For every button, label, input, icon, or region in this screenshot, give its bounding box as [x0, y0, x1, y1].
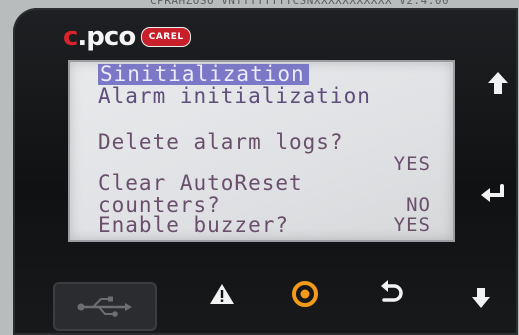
row-value-enable-buzzer[interactable]: YES [394, 216, 431, 235]
program-button[interactable] [289, 278, 321, 310]
program-icon [292, 281, 318, 307]
escape-button[interactable] [375, 277, 407, 309]
down-button[interactable] [465, 282, 497, 314]
lcd-screen: Sinitialization Alarm initialization Del… [68, 60, 455, 242]
row-label-delete-alarm-logs: Delete alarm logs? [98, 130, 344, 154]
enter-icon [481, 184, 504, 202]
screen-title: Sinitialization [98, 64, 309, 85]
logo-text: c.pco [63, 22, 136, 52]
carel-badge: CAREL [141, 27, 192, 47]
alarm-icon [210, 284, 234, 304]
cpco-logo: c.pco CAREL [63, 22, 192, 52]
usb-port-cover [53, 282, 157, 331]
alarm-button[interactable] [205, 279, 239, 309]
down-arrow-icon [472, 288, 490, 308]
row-value-clear-autoreset[interactable]: NO [406, 196, 431, 215]
up-arrow-icon [488, 72, 508, 94]
up-button[interactable] [481, 66, 515, 100]
enter-button[interactable] [473, 178, 513, 212]
row-value-delete-alarm-logs[interactable]: YES [394, 155, 431, 174]
row-label-enable-buzzer: Enable buzzer? [98, 213, 290, 237]
screen-subtitle: Alarm initialization [98, 84, 371, 108]
row-label-clear-autoreset: Clear AutoReset [98, 171, 303, 195]
escape-icon [381, 280, 403, 302]
device-label-strip: CPRAHZOSO VNTTTTTTTTCSNXXXXXXXXXXX V2.4.… [150, 0, 450, 7]
usb-icon [77, 296, 132, 317]
